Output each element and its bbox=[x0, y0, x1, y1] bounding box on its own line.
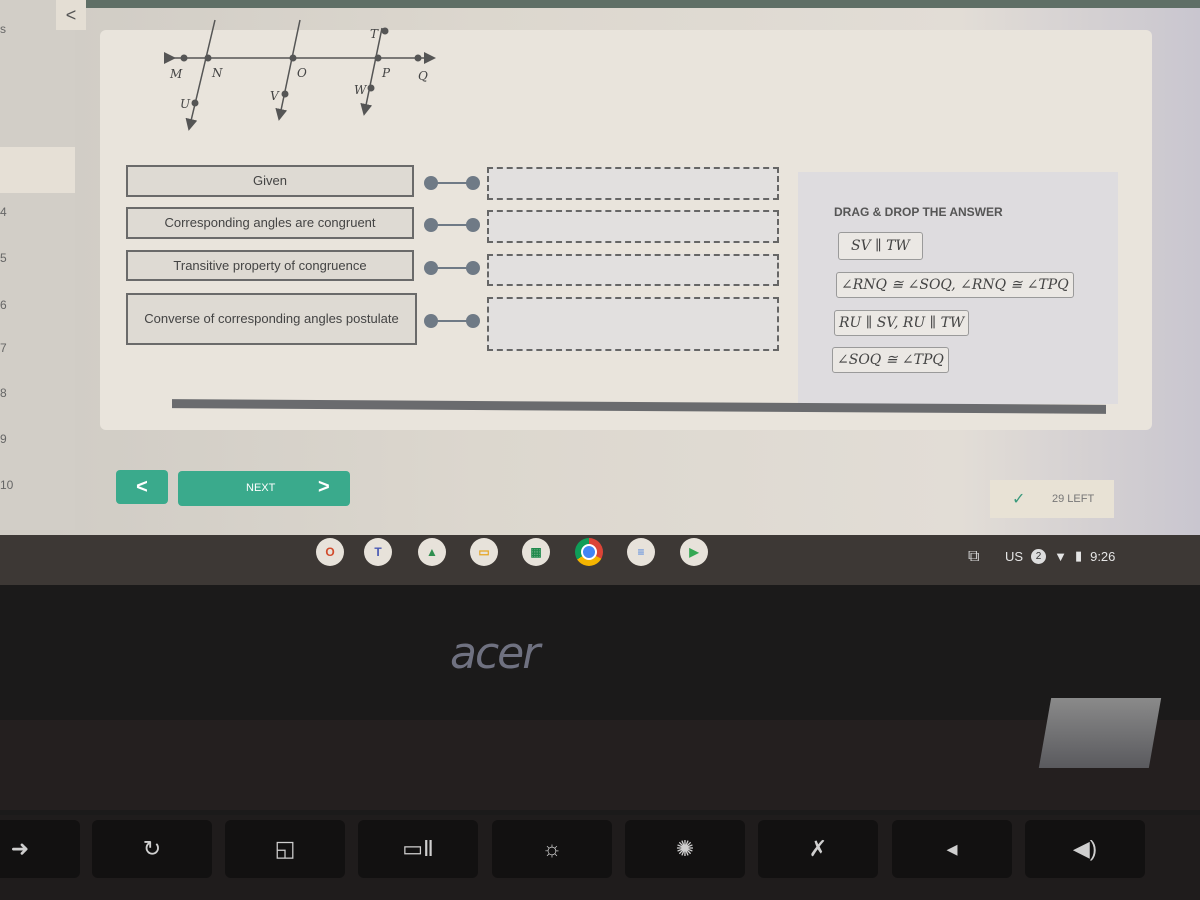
office-app-icon[interactable]: O bbox=[316, 538, 344, 566]
laptop-hinge bbox=[0, 720, 1200, 810]
reason-text: Converse of corresponding angles postula… bbox=[144, 311, 399, 326]
reason-box: Corresponding angles are congruent bbox=[126, 207, 414, 239]
sidebar-item[interactable]: 9 bbox=[0, 432, 7, 446]
point-n bbox=[204, 54, 212, 62]
connector bbox=[424, 314, 480, 328]
label-m: M bbox=[169, 67, 183, 81]
questions-left-status: ✓ 29 LEFT bbox=[990, 480, 1114, 518]
refresh-key-icon[interactable]: ↻ bbox=[92, 820, 212, 878]
fullscreen-key-icon[interactable]: ◱ bbox=[225, 820, 345, 878]
volume-down-key-icon[interactable]: ◂ bbox=[892, 820, 1012, 878]
chevron-right-icon: > bbox=[318, 476, 330, 498]
point-m bbox=[180, 54, 188, 62]
statement-drop-zone[interactable] bbox=[487, 297, 779, 351]
sidebar-current-item[interactable] bbox=[0, 147, 75, 193]
next-label: NEXT bbox=[246, 482, 276, 494]
label-v: V bbox=[270, 89, 280, 103]
statement-drop-zone[interactable] bbox=[487, 167, 779, 200]
point-v bbox=[281, 90, 289, 98]
answer-chip[interactable]: RU ∥ SV, RU ∥ TW bbox=[834, 310, 970, 336]
browser-top-strip bbox=[0, 0, 1200, 8]
answer-chip[interactable]: ∠RNQ ≅ ∠SOQ, ∠RNQ ≅ ∠TPQ bbox=[836, 272, 1074, 298]
sheets-app-icon[interactable]: ▦ bbox=[522, 538, 550, 566]
ime-indicator[interactable]: US bbox=[1005, 549, 1023, 564]
mute-key-icon[interactable]: ✗ bbox=[758, 820, 878, 878]
next-button[interactable]: NEXT > bbox=[178, 471, 350, 506]
system-tray[interactable]: US 2 ▼ ▮ 9:26 bbox=[1005, 548, 1115, 564]
point-u bbox=[191, 99, 199, 107]
statement-drop-zone[interactable] bbox=[487, 210, 779, 243]
reason-text: Corresponding angles are congruent bbox=[164, 215, 376, 230]
point-w bbox=[367, 84, 375, 92]
question-sidebar: s 4 5 6 7 8 9 10 bbox=[0, 0, 75, 530]
brightness-up-key-icon[interactable]: ✺ bbox=[625, 820, 745, 878]
reason-box: Given bbox=[126, 165, 414, 197]
chrome-app-icon[interactable] bbox=[575, 538, 603, 566]
point-t bbox=[381, 27, 389, 35]
sidebar-item[interactable]: 10 bbox=[0, 478, 13, 492]
label-w: W bbox=[354, 83, 368, 97]
wifi-icon: ▼ bbox=[1054, 548, 1067, 564]
geometry-diagram: M N O P Q T U V W bbox=[164, 19, 436, 131]
sidebar-item[interactable]: 5 bbox=[0, 251, 7, 265]
overview-key-icon[interactable]: ▭Ⅱ bbox=[358, 820, 478, 878]
point-q bbox=[414, 54, 422, 62]
forward-key-icon[interactable]: ➜ bbox=[0, 820, 80, 878]
answer-bank: DRAG & DROP THE ANSWER SV ∥ TW ∠RNQ ≅ ∠S… bbox=[798, 172, 1118, 404]
reason-text: Given bbox=[253, 173, 287, 188]
answer-chip[interactable]: SV ∥ TW bbox=[838, 232, 923, 260]
connector bbox=[424, 176, 480, 190]
clock[interactable]: 9:26 bbox=[1090, 549, 1115, 564]
check-icon: ✓ bbox=[1012, 491, 1026, 508]
brightness-down-key-icon[interactable]: ☼ bbox=[492, 820, 612, 878]
slides-app-icon[interactable]: ▭ bbox=[470, 538, 498, 566]
brand-logo: acer bbox=[450, 628, 540, 679]
label-q: Q bbox=[418, 69, 428, 83]
sidebar-item[interactable]: 7 bbox=[0, 341, 7, 355]
play-store-app-icon[interactable]: ▶ bbox=[680, 538, 708, 566]
docs-app-icon[interactable]: ≡ bbox=[627, 538, 655, 566]
volume-up-key-icon[interactable]: ◀) bbox=[1025, 820, 1145, 878]
sidebar-item[interactable]: 6 bbox=[0, 298, 7, 312]
reason-text: Transitive property of congruence bbox=[173, 257, 367, 273]
connector bbox=[424, 218, 480, 232]
point-o bbox=[289, 54, 297, 62]
answer-chip[interactable]: ∠SOQ ≅ ∠TPQ bbox=[832, 347, 949, 373]
label-o: O bbox=[297, 66, 307, 80]
statement-drop-zone[interactable] bbox=[487, 254, 779, 286]
point-p bbox=[374, 54, 382, 62]
questions-left-count: 29 LEFT bbox=[1052, 493, 1095, 505]
battery-icon: ▮ bbox=[1074, 548, 1083, 563]
label-u: U bbox=[180, 97, 191, 111]
label-n: N bbox=[211, 66, 223, 80]
screen: s 4 5 6 7 8 9 10 < M N O P Q T U V W Giv… bbox=[0, 0, 1200, 585]
sidebar-item[interactable]: 4 bbox=[0, 205, 7, 219]
answer-bank-title: DRAG & DROP THE ANSWER bbox=[834, 205, 1003, 219]
notification-badge[interactable]: 2 bbox=[1031, 548, 1047, 564]
overview-icon[interactable]: ⧉ bbox=[968, 548, 990, 570]
sidebar-item[interactable]: 8 bbox=[0, 386, 7, 400]
reason-box: Converse of corresponding angles postula… bbox=[126, 293, 417, 345]
drive-app-icon[interactable]: ▲ bbox=[418, 538, 446, 566]
sidebar-header-partial: s bbox=[0, 22, 6, 36]
hinge-tab bbox=[1038, 698, 1162, 768]
label-p: P bbox=[381, 66, 391, 80]
connector bbox=[424, 261, 480, 275]
label-t: T bbox=[370, 27, 379, 41]
previous-button[interactable]: < bbox=[116, 470, 168, 504]
reason-box: Transitive property of congruence bbox=[126, 250, 414, 281]
teams-app-icon[interactable]: T bbox=[364, 538, 392, 566]
collapse-sidebar-button[interactable]: < bbox=[56, 0, 86, 30]
